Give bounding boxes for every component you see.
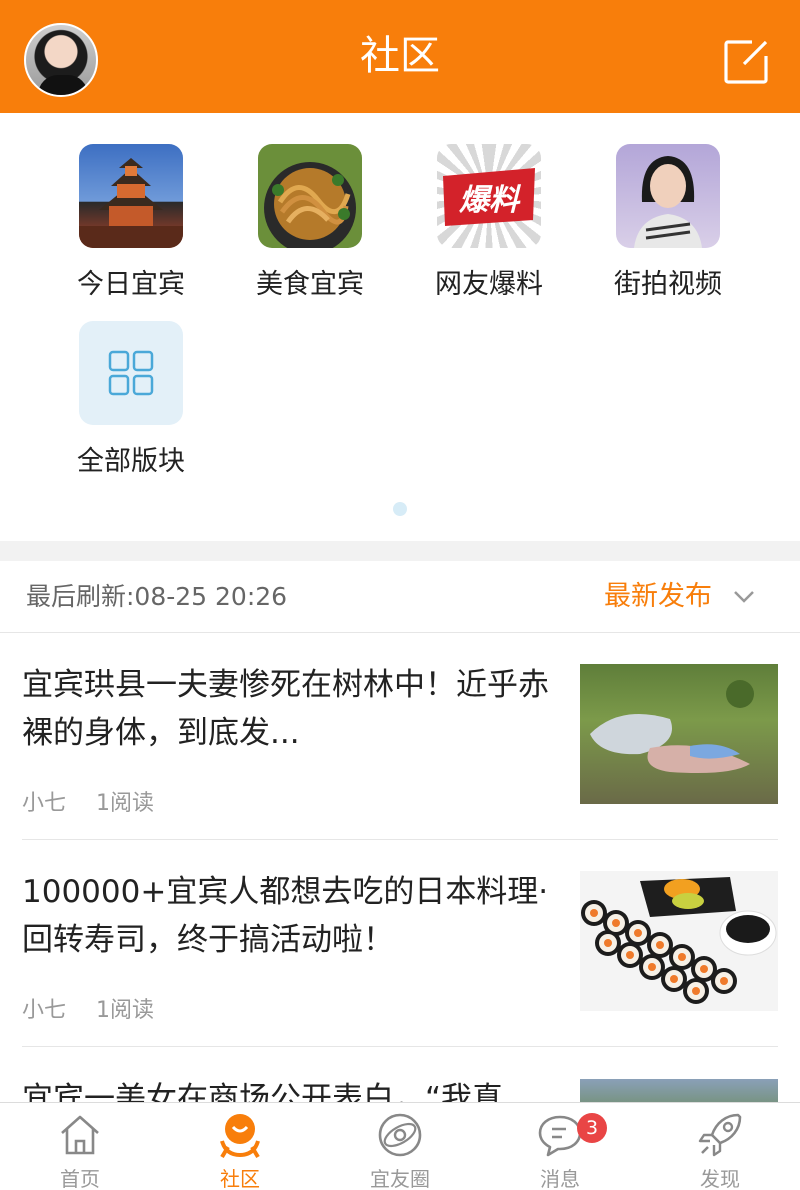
tab-discover[interactable]: 发现 (640, 1103, 800, 1190)
rocket-icon (698, 1113, 742, 1157)
article-meta: 小七 1阅读 (22, 992, 154, 1024)
tower-photo-icon (79, 144, 183, 248)
article-title[interactable]: 宜宾珙县一夫妻惨死在树林中！近乎赤裸的身体，到底发... (22, 661, 552, 757)
noodles-photo-icon (258, 144, 362, 248)
article-author: 小七 (22, 791, 67, 816)
app-header: 社区 (0, 0, 800, 113)
article-author: 小七 (22, 998, 67, 1023)
baoliao-logo-icon: 爆料 (437, 144, 541, 248)
section-divider (0, 541, 800, 561)
article-thumbnail[interactable] (580, 664, 778, 804)
last-refresh-text: 最后刷新:08-25 20:26 (26, 582, 288, 611)
bottom-tab-bar: 首页 社区 宜友圈 消息 发现 (0, 1102, 800, 1190)
article-title[interactable]: 100000+宜宾人都想去吃的日本料理·回转寿司，终于搞活动啦！ (22, 868, 552, 964)
category-today-yibin[interactable]: 今日宜宾 (51, 144, 211, 301)
list-header: 最后刷新:08-25 20:26 最新发布 (0, 561, 800, 633)
article-item[interactable]: 100000+宜宾人都想去吃的日本料理·回转寿司，终于搞活动啦！ 小七 1阅读 (0, 840, 800, 1047)
chevron-down-icon[interactable] (732, 587, 756, 607)
category-all-sections[interactable]: 全部版块 (51, 321, 211, 478)
category-grid: 今日宜宾 美食宜宾 爆料 网友爆料 街拍视频 全部版块 (0, 113, 800, 541)
tab-community[interactable]: 社区 (160, 1103, 320, 1190)
baoliao-logo-text: 爆料 (459, 183, 522, 218)
tab-home[interactable]: 首页 (0, 1103, 160, 1190)
article-item[interactable]: 宜宾珙县一夫妻惨死在树林中！近乎赤裸的身体，到底发... 小七 1阅读 (0, 633, 800, 840)
tab-yiyou-circle[interactable]: 宜友圈 (320, 1103, 480, 1190)
category-netizen-report[interactable]: 爆料 网友爆料 (409, 144, 569, 301)
message-icon (538, 1115, 582, 1157)
category-food-yibin[interactable]: 美食宜宾 (230, 144, 390, 301)
article-item[interactable]: 宜宾一美女在商场公开表白，“我真 (0, 1047, 800, 1102)
category-street-video[interactable]: 街拍视频 (588, 144, 748, 301)
article-thumbnail[interactable] (580, 1079, 778, 1102)
community-icon (220, 1114, 260, 1159)
article-reads: 1阅读 (96, 998, 155, 1023)
compose-icon[interactable] (722, 38, 770, 86)
page-title: 社区 (360, 33, 440, 79)
pager-dot (393, 502, 407, 516)
home-icon (61, 1115, 99, 1155)
article-thumbnail[interactable] (580, 871, 778, 1011)
sort-dropdown-label[interactable]: 最新发布 (604, 561, 712, 633)
girl-photo-icon (616, 144, 720, 248)
grid-icon (79, 321, 183, 425)
message-count-badge: 3 (577, 1113, 607, 1143)
article-reads: 1阅读 (96, 791, 155, 816)
article-title[interactable]: 宜宾一美女在商场公开表白，“我真 (22, 1075, 552, 1102)
tab-messages[interactable]: 消息 (480, 1103, 640, 1190)
article-meta: 小七 1阅读 (22, 785, 154, 817)
orbit-icon (378, 1113, 422, 1157)
